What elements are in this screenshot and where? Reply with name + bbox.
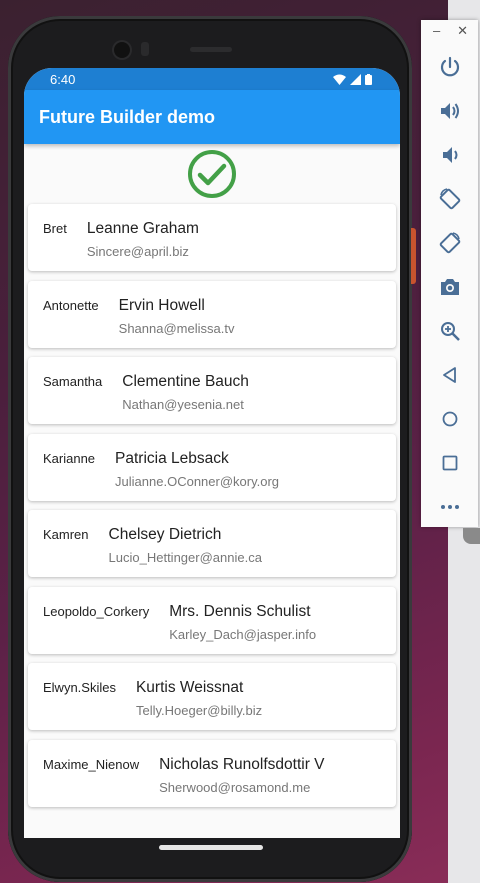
user-card[interactable]: Bret Leanne Graham Sincere@april.biz [28, 204, 396, 271]
user-card[interactable]: Elwyn.Skiles Kurtis Weissnat Telly.Hoeger@… [28, 663, 396, 730]
minimize-button[interactable]: – [433, 23, 440, 45]
battery-icon [365, 73, 372, 85]
user-username: Samantha [43, 374, 103, 389]
status-time: 6:40 [50, 71, 76, 87]
user-email: Telly.Hoeger@billy.biz [135, 703, 263, 718]
user-name: Clementine Bauch [122, 373, 249, 390]
user-card[interactable]: Leopoldo_Corkery Mrs. Dennis Schulist Karl… [28, 586, 396, 654]
zoom-icon [440, 322, 460, 341]
home-button[interactable] [421, 397, 478, 441]
user-info: Ervin Howell Shanna@melissa.tv [119, 297, 235, 336]
rotate-left-button[interactable] [421, 177, 478, 221]
check-circle-icon [188, 150, 236, 198]
user-username: Elwyn.Skiles [43, 680, 116, 695]
user-name: Kurtis Weissnat [135, 679, 244, 696]
overview-icon [442, 455, 457, 471]
user-username: Leopoldo_Corkery [43, 603, 150, 619]
phone-screen: 6:40 Future Builder demo Bret Leanne Grah… [24, 68, 400, 838]
screenshot-button[interactable] [421, 265, 478, 309]
user-card[interactable]: Samantha Clementine Bauch Nathan@yesenia.n… [28, 357, 396, 424]
user-info: Kurtis Weissnat Telly.Hoeger@billy.biz [136, 679, 262, 718]
user-email: Shanna@melissa.tv [118, 320, 235, 336]
earpiece-speaker [190, 47, 232, 52]
camera-icon [440, 279, 459, 295]
user-card[interactable]: Antonette Ervin Howell Shanna@melissa.tv [28, 280, 396, 348]
user-email: Sincere@april.biz [86, 244, 189, 259]
volume-up-button[interactable] [421, 89, 478, 133]
close-button[interactable]: ✕ [457, 23, 468, 45]
user-username: Antonette [43, 297, 99, 313]
home-icon [442, 411, 457, 427]
user-name: Patricia Lebsack [115, 449, 229, 467]
user-email: Julianne.OConner@kory.org [115, 473, 280, 489]
user-name: Leanne Graham [86, 220, 199, 237]
user-email: Sherwood@rosamond.me [159, 779, 311, 795]
user-info: Patricia Lebsack Julianne.OConner@kory.or… [115, 450, 279, 489]
status-icons [333, 73, 372, 85]
app-bar: Future Builder demo [24, 90, 400, 144]
proximity-sensor [141, 42, 149, 56]
user-card[interactable]: Kamren Chelsey Dietrich Lucio_Hettinger@an… [28, 510, 396, 577]
volume-down-button[interactable] [421, 133, 478, 177]
status-bar: 6:40 [24, 68, 400, 90]
back-icon [442, 367, 456, 383]
user-name: Chelsey Dietrich [108, 526, 222, 543]
user-list[interactable]: Bret Leanne Graham Sincere@april.biz Antone… [24, 204, 400, 807]
toolbar-window-controls: – ✕ [421, 20, 478, 45]
user-name: Nicholas Runolfsdottir V [159, 755, 325, 773]
user-username: Karianne [43, 450, 96, 466]
desktop-edge [463, 528, 480, 544]
power-icon [440, 56, 459, 77]
user-info: Nicholas Runolfsdottir V Sherwood@rosamon… [159, 756, 324, 795]
loaded-indicator [24, 144, 400, 204]
rotate-right-icon [439, 232, 460, 254]
power-button[interactable] [421, 45, 478, 89]
user-username: Kamren [43, 527, 89, 542]
emulator-toolbar: – ✕ [421, 20, 478, 527]
overview-button[interactable] [421, 441, 478, 485]
rotate-right-button[interactable] [421, 221, 478, 265]
user-info: Leanne Graham Sincere@april.biz [87, 220, 199, 259]
volume-up-icon [440, 103, 459, 119]
more-button[interactable] [421, 485, 478, 529]
front-camera [114, 42, 130, 58]
user-username: Maxime_Nienow [43, 756, 140, 772]
user-card[interactable]: Maxime_Nienow Nicholas Runolfsdottir V She… [28, 739, 396, 807]
wifi-icon [333, 74, 346, 85]
user-info: Mrs. Dennis Schulist Karley_Dach@jasper.i… [169, 603, 316, 642]
user-info: Chelsey Dietrich Lucio_Hettinger@annie.ca [109, 526, 262, 565]
signal-icon [350, 73, 361, 85]
phone-power-key[interactable] [411, 228, 416, 284]
user-email: Karley_Dach@jasper.info [169, 626, 317, 642]
user-name: Ervin Howell [118, 296, 205, 314]
zoom-button[interactable] [421, 309, 478, 353]
user-email: Nathan@yesenia.net [122, 397, 244, 412]
user-card[interactable]: Karianne Patricia Lebsack Julianne.OConner… [28, 433, 396, 501]
volume-down-icon [442, 147, 457, 163]
user-email: Lucio_Hettinger@annie.ca [108, 550, 262, 565]
rotate-left-icon [439, 188, 460, 210]
user-info: Clementine Bauch Nathan@yesenia.net [122, 373, 249, 412]
user-username: Bret [43, 221, 67, 236]
app-title: Future Builder demo [39, 106, 216, 127]
gesture-nav-pill[interactable] [159, 845, 263, 850]
back-button[interactable] [421, 353, 478, 397]
more-icon [440, 505, 459, 509]
user-name: Mrs. Dennis Schulist [169, 602, 311, 620]
